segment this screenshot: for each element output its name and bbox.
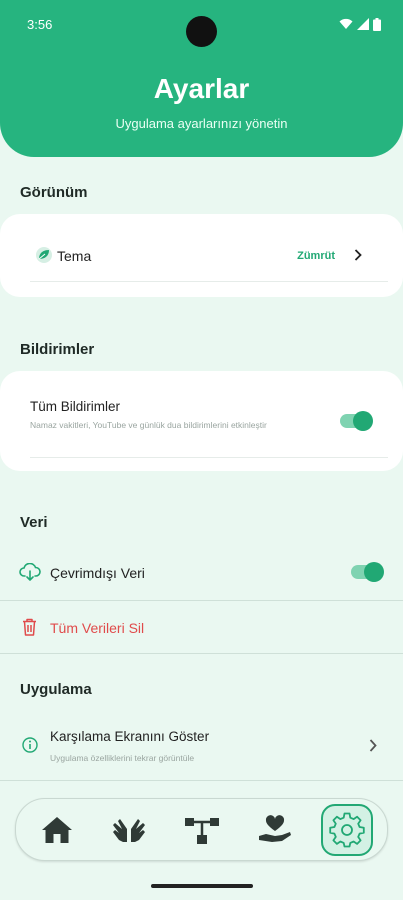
all-notifications-label: Tüm Bildirimler: [30, 399, 121, 414]
offline-data-row[interactable]: Çevrimdışı Veri: [0, 550, 403, 594]
theme-row[interactable]: Tema Zümrüt: [15, 234, 390, 274]
home-indicator: [151, 884, 253, 888]
divider: [30, 281, 388, 282]
offline-data-label: Çevrimdışı Veri: [50, 565, 145, 581]
nav-home[interactable]: [31, 804, 83, 856]
header: 3:56 Ayarlar Uygulama ayarlarınızı yönet…: [0, 0, 403, 157]
trash-icon: [23, 618, 36, 636]
battery-icon: [373, 17, 381, 31]
gear-icon: [329, 812, 365, 848]
chevron-right-icon: [354, 249, 362, 261]
divider: [0, 600, 403, 601]
bottom-nav: [15, 798, 388, 861]
status-icons: [339, 17, 381, 31]
camera-cutout: [186, 16, 217, 47]
all-notifications-toggle[interactable]: [340, 411, 373, 431]
divider: [0, 653, 403, 654]
welcome-screen-desc: Uygulama özelliklerini tekrar görüntüle: [50, 753, 195, 763]
home-icon: [42, 817, 72, 843]
signal-icon: [357, 18, 369, 30]
welcome-screen-label: Karşılama Ekranını Göster: [50, 729, 210, 744]
status-bar: 3:56: [0, 0, 403, 47]
notifications-card: Tüm Bildirimler Namaz vakitleri, YouTube…: [0, 371, 403, 471]
hierarchy-icon: [185, 818, 219, 844]
leaf-icon: [36, 247, 52, 263]
section-title-data: Veri: [20, 514, 48, 531]
appearance-card: Tema Zümrüt: [0, 214, 403, 297]
page-title: Ayarlar: [153, 73, 250, 104]
nav-settings[interactable]: [321, 804, 373, 856]
theme-label: Tema: [57, 248, 92, 264]
nav-hierarchy[interactable]: [176, 804, 228, 856]
hand-heart-icon: [259, 815, 291, 842]
theme-value: Zümrüt: [297, 250, 335, 262]
divider: [30, 457, 388, 458]
wifi-icon: [339, 18, 353, 29]
info-icon: [22, 737, 38, 753]
nav-charity[interactable]: [249, 804, 301, 856]
offline-data-toggle[interactable]: [351, 562, 384, 582]
toggle-knob: [353, 411, 373, 431]
page-subtitle: Uygulama ayarlarınızı yönetin: [115, 116, 288, 131]
welcome-screen-row[interactable]: Karşılama Ekranını Göster Uygulama özell…: [0, 720, 403, 770]
status-time: 3:56: [27, 17, 53, 32]
chevron-right-icon: [369, 739, 377, 752]
all-notifications-desc: Namaz vakitleri, YouTube ve günlük dua b…: [30, 420, 267, 430]
section-title-app: Uygulama: [20, 681, 92, 698]
delete-all-data-row[interactable]: Tüm Verileri Sil: [0, 605, 403, 649]
toggle-knob: [364, 562, 384, 582]
section-title-appearance: Görünüm: [20, 184, 88, 201]
cloud-download-icon: [19, 563, 41, 581]
section-title-notifications: Bildirimler: [20, 341, 95, 358]
divider: [0, 780, 403, 781]
delete-all-data-label: Tüm Verileri Sil: [50, 620, 145, 636]
nav-prayer[interactable]: [103, 804, 155, 856]
praying-hands-icon: [113, 819, 145, 842]
